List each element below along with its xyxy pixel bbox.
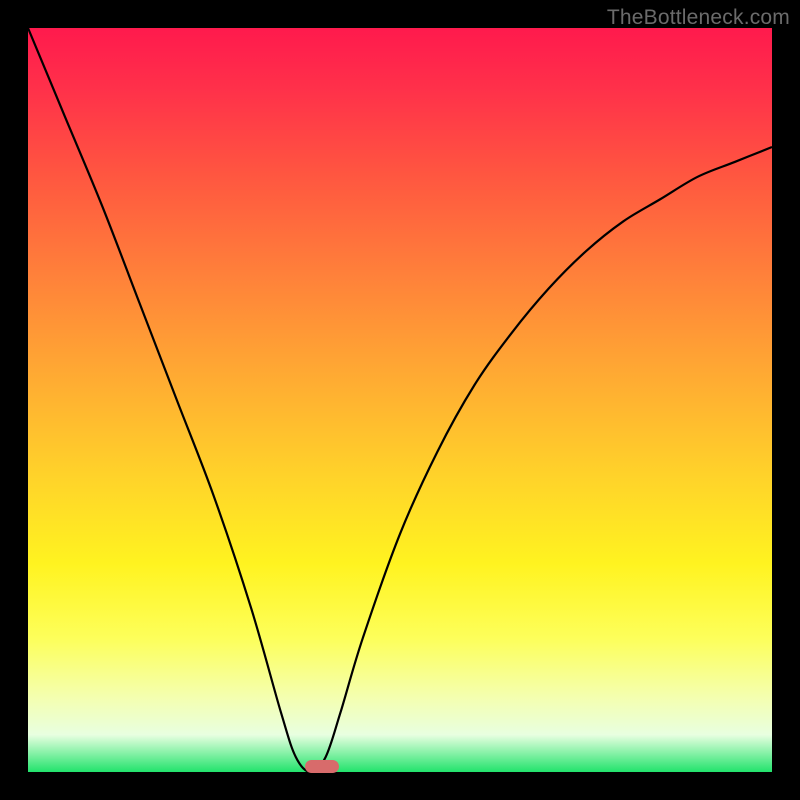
chart-frame: TheBottleneck.com xyxy=(0,0,800,800)
bottleneck-curve xyxy=(28,28,772,772)
curve-path xyxy=(28,28,772,772)
optimal-marker xyxy=(305,760,339,773)
plot-area xyxy=(28,28,772,772)
watermark-text: TheBottleneck.com xyxy=(607,6,790,30)
